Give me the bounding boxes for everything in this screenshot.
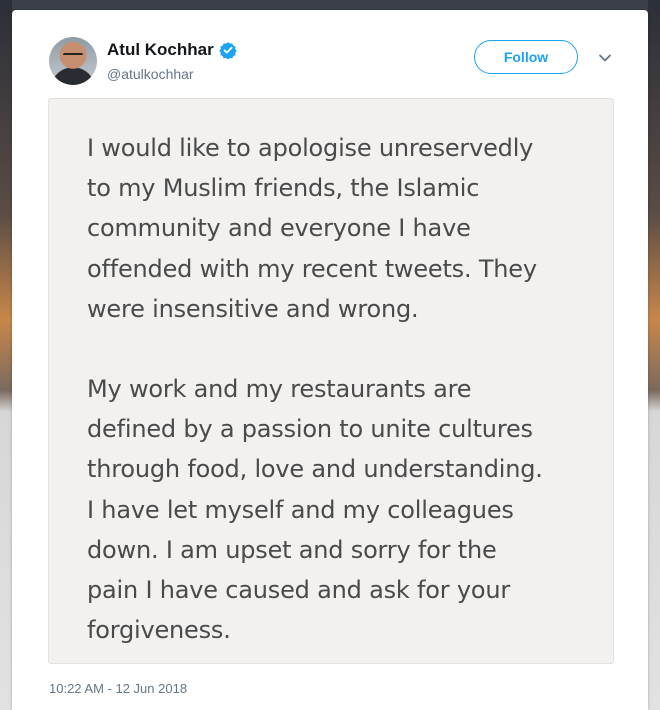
tweet-timestamp[interactable]: 10:22 AM - 12 Jun 2018	[49, 681, 187, 696]
verified-badge-icon	[219, 42, 237, 59]
background-left-strip	[0, 0, 12, 710]
author-display-name[interactable]: Atul Kochhar	[107, 40, 214, 60]
statement-paragraph-1: I would like to apologise unreservedly t…	[87, 134, 537, 323]
statement-image[interactable]: I would like to apologise unreservedly t…	[48, 98, 614, 664]
avatar-glasses	[63, 53, 83, 59]
follow-button[interactable]: Follow	[474, 40, 578, 74]
author-name-row: Atul Kochhar	[107, 40, 237, 60]
avatar[interactable]	[49, 37, 97, 85]
statement-paragraph-2: My work and my restaurants are defined b…	[87, 375, 543, 645]
background-right-strip	[648, 0, 660, 710]
author-handle[interactable]: @atulkochhar	[107, 66, 194, 82]
tweet-card: Atul Kochhar @atulkochhar Follow I would…	[12, 10, 648, 710]
chevron-down-icon[interactable]	[598, 53, 612, 63]
